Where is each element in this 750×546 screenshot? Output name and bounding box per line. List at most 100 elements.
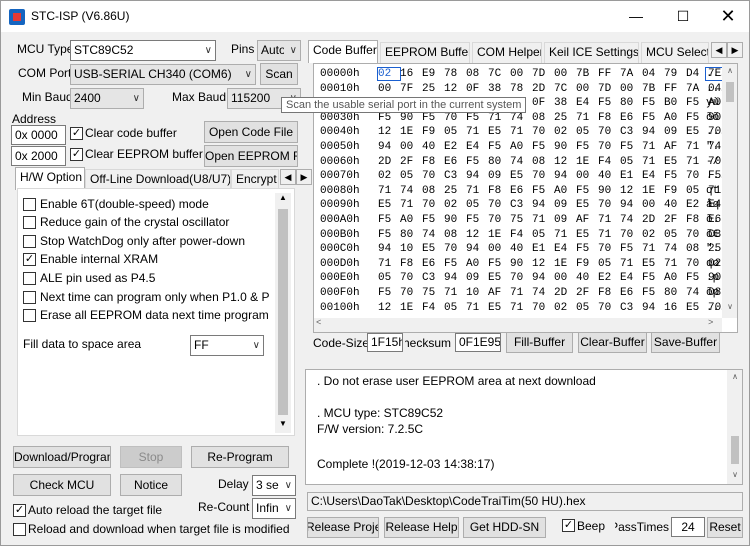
hex-byte[interactable]: 05 bbox=[664, 229, 686, 241]
hex-byte[interactable]: 1E bbox=[576, 156, 598, 168]
hex-byte[interactable]: A0 bbox=[400, 214, 422, 226]
hex-byte[interactable]: 71 bbox=[466, 185, 488, 197]
file-path-field[interactable]: C:\Users\DaoTak\Desktop\CodeTraiTim(50 H… bbox=[307, 492, 743, 511]
hex-byte[interactable]: 94 bbox=[642, 126, 664, 138]
hex-byte[interactable]: 05 bbox=[400, 170, 422, 182]
hex-byte[interactable]: 38 bbox=[554, 97, 576, 109]
hex-byte[interactable]: 79 bbox=[664, 68, 686, 80]
hex-byte[interactable]: 71 bbox=[642, 141, 664, 153]
com-port-select[interactable]: USB-SERIAL CH340 (COM6) ∨ bbox=[70, 64, 256, 85]
pins-select[interactable]: Auto ∨ bbox=[257, 40, 301, 61]
hex-byte[interactable]: 80 bbox=[664, 287, 686, 299]
address-input-1[interactable]: 0x 0000 bbox=[11, 125, 66, 145]
hex-byte[interactable]: 71 bbox=[444, 287, 466, 299]
hex-byte[interactable]: 71 bbox=[510, 302, 532, 314]
hex-byte[interactable]: 02 bbox=[378, 170, 400, 182]
hex-byte[interactable]: 71 bbox=[642, 156, 664, 168]
hex-byte[interactable]: 10 bbox=[400, 243, 422, 255]
hex-byte[interactable]: 70 bbox=[620, 229, 642, 241]
hex-byte[interactable]: 70 bbox=[422, 199, 444, 211]
hex-byte[interactable]: 05 bbox=[466, 199, 488, 211]
hex-byte[interactable]: 08 bbox=[532, 112, 554, 124]
hex-byte[interactable]: 80 bbox=[488, 156, 510, 168]
hex-byte[interactable]: 25 bbox=[444, 185, 466, 197]
tab-eeprom-buffer[interactable]: EEPROM Buffer bbox=[380, 42, 470, 63]
re-count-select[interactable]: Infinite ∨ bbox=[252, 498, 296, 519]
hex-byte[interactable]: 80 bbox=[620, 97, 642, 109]
hex-byte[interactable]: A0 bbox=[664, 112, 686, 124]
hex-byte[interactable]: 0F bbox=[532, 97, 554, 109]
hex-byte[interactable]: F9 bbox=[422, 126, 444, 138]
hex-byte[interactable]: 90 bbox=[554, 141, 576, 153]
hex-byte[interactable]: A0 bbox=[510, 141, 532, 153]
hex-byte[interactable]: F9 bbox=[576, 258, 598, 270]
hex-byte[interactable]: E4 bbox=[642, 170, 664, 182]
hex-byte[interactable]: 70 bbox=[598, 141, 620, 153]
hex-byte[interactable]: 70 bbox=[598, 126, 620, 138]
hex-byte[interactable]: F5 bbox=[422, 214, 444, 226]
hex-byte[interactable]: 09 bbox=[664, 126, 686, 138]
hex-byte[interactable]: E4 bbox=[554, 243, 576, 255]
hex-byte[interactable]: 1E bbox=[488, 229, 510, 241]
hex-byte[interactable]: 2F bbox=[576, 287, 598, 299]
scroll-down-icon[interactable]: ∨ bbox=[722, 302, 737, 314]
hex-byte[interactable]: E2 bbox=[598, 272, 620, 284]
hex-byte[interactable]: 7D bbox=[532, 68, 554, 80]
hex-byte[interactable]: F5 bbox=[378, 214, 400, 226]
hex-byte[interactable]: 75 bbox=[510, 214, 532, 226]
hex-byte[interactable]: 04 bbox=[642, 68, 664, 80]
hex-byte[interactable]: 71 bbox=[466, 302, 488, 314]
hex-byte[interactable]: 05 bbox=[598, 258, 620, 270]
hex-byte[interactable]: 74 bbox=[510, 112, 532, 124]
tab-code-buffer[interactable]: Code Buffer bbox=[308, 40, 378, 63]
hex-byte[interactable]: E6 bbox=[620, 287, 642, 299]
hex-byte[interactable]: 02 bbox=[642, 229, 664, 241]
hex-byte[interactable]: E1 bbox=[620, 170, 642, 182]
hex-byte[interactable]: 74 bbox=[510, 156, 532, 168]
hex-byte[interactable]: 05 bbox=[532, 229, 554, 241]
hex-byte[interactable]: E9 bbox=[422, 68, 444, 80]
reload-download-checkbox[interactable] bbox=[13, 523, 26, 536]
hex-byte[interactable]: 00 bbox=[554, 68, 576, 80]
hex-byte[interactable]: B0 bbox=[664, 97, 686, 109]
hex-byte[interactable]: 7A bbox=[686, 83, 708, 95]
hex-byte[interactable]: E5 bbox=[488, 126, 510, 138]
hex-byte[interactable]: F5 bbox=[532, 141, 554, 153]
hex-byte[interactable]: 25 bbox=[422, 83, 444, 95]
hex-byte[interactable]: F5 bbox=[378, 229, 400, 241]
hex-byte[interactable]: 70 bbox=[400, 287, 422, 299]
hex-byte[interactable]: E5 bbox=[422, 243, 444, 255]
hex-byte[interactable]: E6 bbox=[510, 185, 532, 197]
tab-offline-download[interactable]: Off-Line Download(U8/U7) bbox=[85, 169, 231, 190]
hex-byte[interactable]: 0F bbox=[466, 83, 488, 95]
hex-byte[interactable]: F5 bbox=[466, 214, 488, 226]
hex-byte[interactable]: E5 bbox=[686, 126, 708, 138]
hex-byte[interactable]: 00 bbox=[576, 170, 598, 182]
clear-code-checkbox[interactable]: ✓ bbox=[70, 127, 83, 140]
hex-byte[interactable]: 05 bbox=[444, 302, 466, 314]
hex-byte[interactable]: E2 bbox=[686, 199, 708, 211]
hex-byte[interactable]: 7F bbox=[400, 83, 422, 95]
hex-byte[interactable]: 02 bbox=[554, 126, 576, 138]
hex-byte[interactable]: 90 bbox=[598, 185, 620, 197]
hex-byte[interactable]: C3 bbox=[444, 170, 466, 182]
hex-byte[interactable]: 38 bbox=[488, 83, 510, 95]
hex-byte[interactable]: A0 bbox=[466, 258, 488, 270]
re-program-button[interactable]: Re-Program bbox=[191, 446, 289, 468]
hex-byte[interactable]: 12 bbox=[378, 126, 400, 138]
hex-byte[interactable]: 71 bbox=[642, 243, 664, 255]
hex-byte[interactable]: FF bbox=[664, 83, 686, 95]
hex-byte[interactable]: F5 bbox=[642, 287, 664, 299]
hex-byte[interactable]: E5 bbox=[576, 199, 598, 211]
option-erase-eeprom-checkbox[interactable] bbox=[23, 309, 36, 322]
hex-byte[interactable]: 71 bbox=[466, 126, 488, 138]
hex-byte[interactable]: 08 bbox=[444, 229, 466, 241]
beep-checkbox[interactable]: ✓ bbox=[562, 519, 575, 532]
hex-byte[interactable]: 71 bbox=[378, 258, 400, 270]
hex-byte[interactable]: 7B bbox=[642, 83, 664, 95]
checksum-field[interactable]: 0F1E95h bbox=[455, 333, 501, 352]
hex-byte[interactable]: 2D bbox=[378, 156, 400, 168]
hex-byte[interactable]: 71 bbox=[620, 258, 642, 270]
hex-byte[interactable]: E5 bbox=[576, 229, 598, 241]
hex-byte[interactable]: 00 bbox=[620, 83, 642, 95]
